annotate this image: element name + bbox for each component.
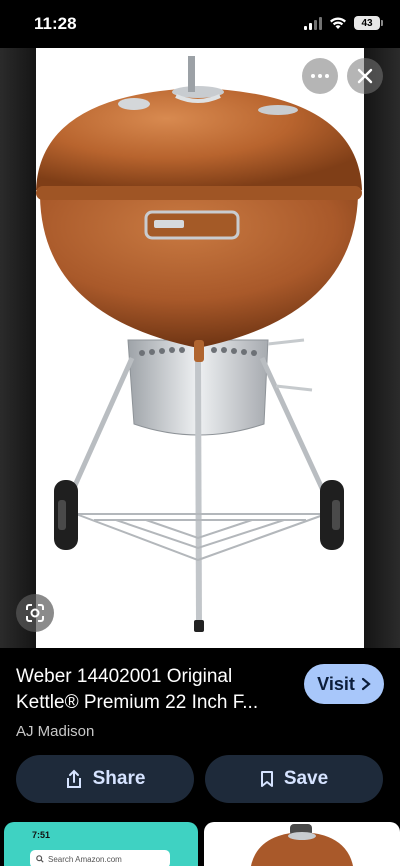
share-icon xyxy=(66,769,81,788)
result-source: AJ Madison xyxy=(16,723,95,740)
product-image[interactable] xyxy=(36,48,364,648)
close-button[interactable] xyxy=(347,58,383,94)
google-lens-icon xyxy=(26,604,44,622)
signal-icon xyxy=(304,16,322,30)
save-button[interactable]: Save xyxy=(205,755,383,803)
visit-button[interactable]: Visit xyxy=(304,664,384,704)
related-thumbnail-amazon[interactable]: 7:51 Search Amazon.com xyxy=(4,822,198,866)
bookmark-icon xyxy=(260,771,273,787)
blurred-right-edge xyxy=(364,48,400,648)
status-bar: 11:28 43 xyxy=(0,0,400,48)
search-icon xyxy=(36,855,44,863)
google-lens-button[interactable] xyxy=(16,594,54,632)
more-options-icon xyxy=(311,74,315,78)
more-options-button[interactable] xyxy=(302,58,338,94)
close-icon xyxy=(357,68,373,84)
battery-level: 43 xyxy=(361,17,373,29)
image-viewer xyxy=(0,48,400,648)
thumbnail-status-time: 7:51 xyxy=(32,830,51,840)
visit-label: Visit xyxy=(317,673,355,694)
save-label: Save xyxy=(283,768,329,789)
battery-icon: 43 xyxy=(354,16,383,30)
chevron-right-icon xyxy=(361,677,371,691)
thumbnail-search-placeholder: Search Amazon.com xyxy=(48,854,122,864)
related-thumbnail-grill[interactable] xyxy=(204,822,400,866)
grill-thumbnail-image xyxy=(251,824,353,866)
status-time: 11:28 xyxy=(34,14,77,33)
share-button[interactable]: Share xyxy=(16,755,194,803)
status-icons: 43 xyxy=(304,16,383,30)
wifi-icon xyxy=(330,17,346,29)
blurred-left-edge xyxy=(0,48,36,648)
result-title[interactable]: Weber 14402001 Original Kettle® Premium … xyxy=(16,664,296,716)
thumbnail-search-bar: Search Amazon.com xyxy=(30,850,170,866)
grill-illustration xyxy=(36,56,362,632)
share-label: Share xyxy=(92,768,146,789)
